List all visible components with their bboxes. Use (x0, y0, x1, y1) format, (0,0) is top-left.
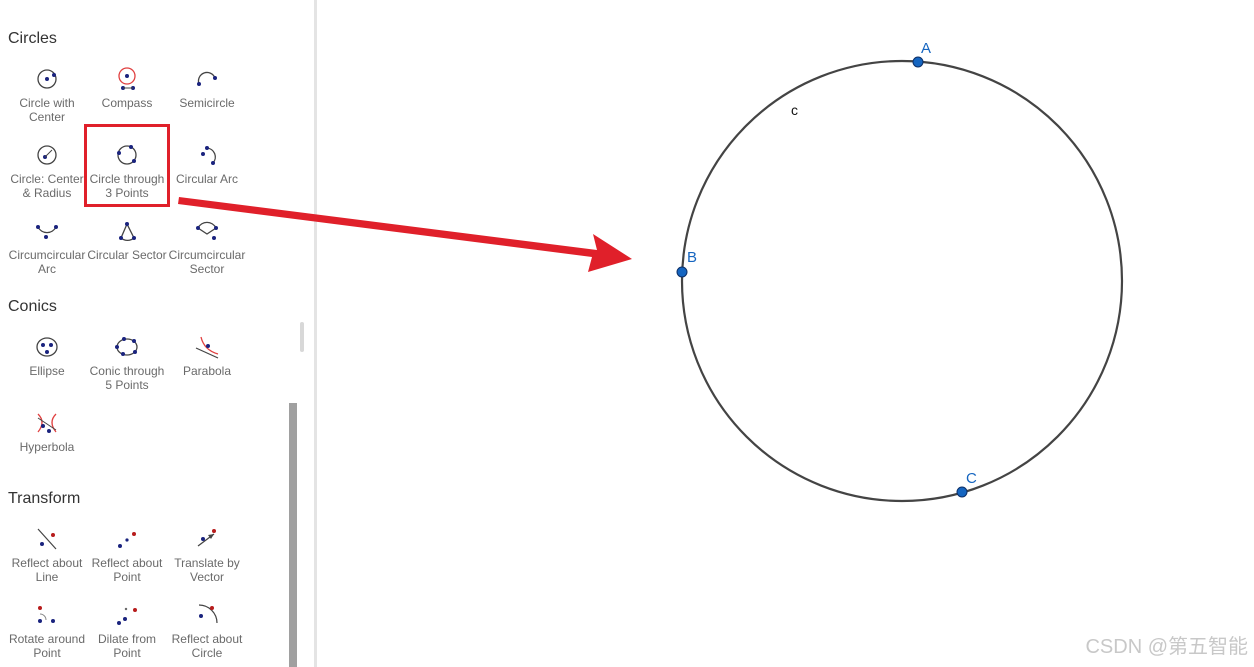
tool-label: Semicircle (179, 96, 235, 110)
circular-arc-icon (201, 146, 216, 165)
tool-label: Circular Sector (87, 248, 167, 262)
tool-label: Circumcircular Sector (168, 248, 246, 276)
tool-label: Conic through 5 Points (89, 364, 165, 392)
tool-rotate-point[interactable]: Rotate around Point (7, 602, 87, 667)
tool-label: Dilate from Point (97, 632, 156, 660)
tool-conic-five-points[interactable]: Conic through 5 Points (87, 334, 167, 402)
section-title-conics: Conics (8, 298, 57, 315)
tool-label: Compass (101, 96, 153, 110)
point-c[interactable] (956, 486, 968, 498)
circle-with-center-icon (37, 69, 57, 89)
tool-circumcircular-arc[interactable]: Circumcircular Arc (7, 218, 87, 286)
tool-label: Reflect about Line (11, 556, 83, 584)
tool-circumcircular-sector[interactable]: Circumcircular Sector (167, 218, 247, 286)
point-b[interactable] (676, 266, 688, 278)
watermark: CSDN @第五智能 (1085, 636, 1248, 658)
tool-label: Circumcircular Arc (8, 248, 86, 276)
tool-circle-with-center[interactable]: Circle with Center (7, 66, 87, 134)
tool-sidebar: Circles Circle with Center Compass Semic… (0, 0, 314, 667)
section-title-circles: Circles (8, 30, 57, 47)
tool-circular-arc[interactable]: Circular Arc (167, 142, 247, 210)
conic-five-points-icon (115, 337, 138, 356)
tool-label: Circle: Center & Radius (10, 172, 84, 200)
tool-parabola[interactable]: Parabola (167, 334, 247, 402)
circumcircular-sector-icon (196, 221, 218, 240)
ellipse-icon (36, 337, 58, 357)
tool-semicircle[interactable]: Semicircle (167, 66, 247, 134)
circle-center-radius-icon (37, 145, 57, 165)
point-b-label: B (687, 249, 697, 266)
tool-label: Parabola (182, 364, 232, 378)
tool-label: Reflect about Circle (171, 632, 243, 660)
point-c-label: C (966, 470, 977, 487)
dilate-point-icon (117, 607, 137, 625)
scrollbar-thumb[interactable] (300, 322, 304, 352)
semicircle-icon (197, 71, 217, 86)
circular-sector-icon (119, 222, 136, 242)
point-a-label: A (921, 40, 931, 57)
tool-circle-center-radius[interactable]: Circle: Center & Radius (7, 142, 87, 210)
tool-hyperbola[interactable]: Hyperbola (7, 410, 87, 478)
circumcircular-arc-icon (36, 225, 58, 239)
tool-label: Circle with Center (19, 96, 75, 124)
reflect-line-icon (37, 528, 57, 550)
compass-icon (118, 67, 136, 90)
tool-label: Translate by Vector (174, 556, 240, 584)
tool-dilate-point[interactable]: Dilate from Point (87, 602, 167, 667)
section-title-transform: Transform (8, 490, 81, 507)
tool-reflect-circle[interactable]: Reflect about Circle (167, 602, 247, 667)
reflect-circle-icon (198, 604, 218, 624)
circle-label: c (791, 102, 798, 118)
graphics-view[interactable]: c A B C (317, 0, 1254, 667)
tool-label: Circular Arc (175, 172, 238, 186)
tool-label: Hyperbola (19, 440, 75, 454)
scrollbar-track[interactable] (289, 403, 297, 667)
tool-label: Rotate around Point (8, 632, 86, 660)
point-a[interactable] (912, 56, 924, 68)
tool-label: Reflect about Point (91, 556, 163, 584)
highlight-box (84, 124, 170, 207)
translate-vector-icon (197, 529, 216, 547)
tool-translate-vector[interactable]: Translate by Vector (167, 526, 247, 594)
tool-reflect-point[interactable]: Reflect about Point (87, 526, 167, 594)
reflect-point-icon (118, 532, 136, 548)
tool-circular-sector[interactable]: Circular Sector (87, 218, 167, 286)
rotate-point-icon (38, 606, 55, 623)
tool-label: Ellipse (29, 364, 65, 378)
tool-reflect-line[interactable]: Reflect about Line (7, 526, 87, 594)
circle-c[interactable] (680, 59, 1124, 503)
hyperbola-icon (37, 413, 57, 433)
tool-ellipse[interactable]: Ellipse (7, 334, 87, 402)
parabola-icon (195, 336, 219, 359)
